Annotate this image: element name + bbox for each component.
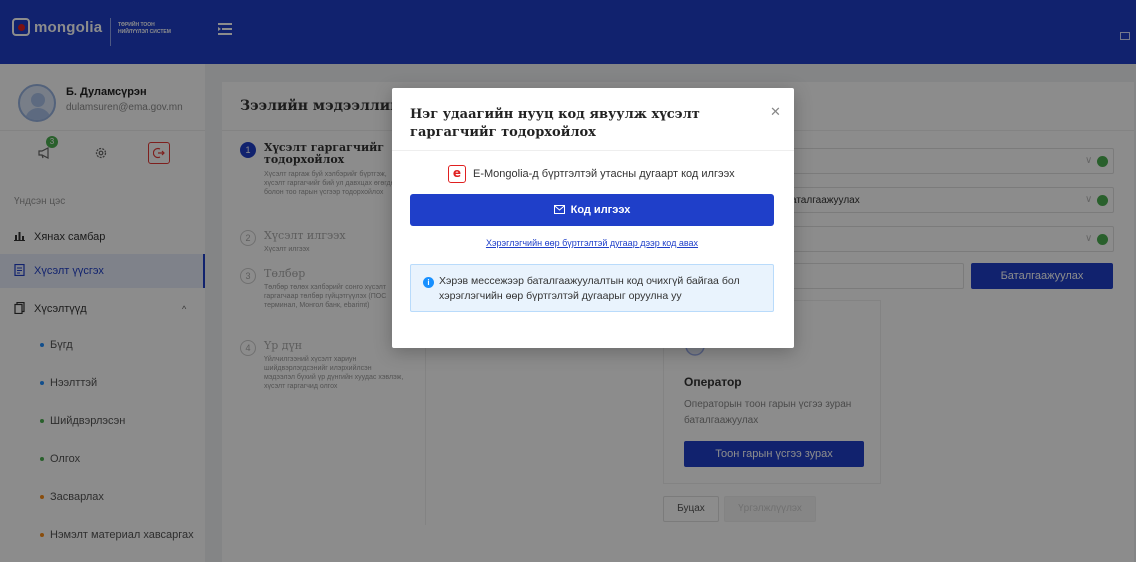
info-icon: i: [423, 277, 434, 288]
otp-modal: Нэг удаагийн нууц код явуулж хүсэлт гарг…: [392, 88, 794, 348]
send-code-button[interactable]: Код илгээх: [410, 194, 774, 226]
info-alert: i Хэрэв мессежээр баталгаажуулалтын код …: [410, 264, 774, 312]
close-icon[interactable]: ✕: [770, 104, 781, 120]
alternate-number-link[interactable]: Хэрэглэгчийн өөр бүртгэлтэй дугаар дээр …: [410, 238, 774, 248]
info-text: Хэрэв мессежээр баталгаажуулалтын код оч…: [439, 275, 740, 302]
send-code-label: Код илгээх: [570, 204, 631, 216]
modal-title: Нэг удаагийн нууц код явуулж хүсэлт гарг…: [410, 107, 700, 140]
emongolia-text: E-Mongolia-д бүртгэлтэй утасны дугаарт к…: [473, 168, 735, 180]
emongolia-logo-icon: e: [448, 165, 466, 183]
mail-icon: [553, 203, 565, 217]
divider: [392, 150, 794, 151]
emongolia-row: e E-Mongolia-д бүртгэлтэй утасны дугаарт…: [448, 164, 735, 184]
